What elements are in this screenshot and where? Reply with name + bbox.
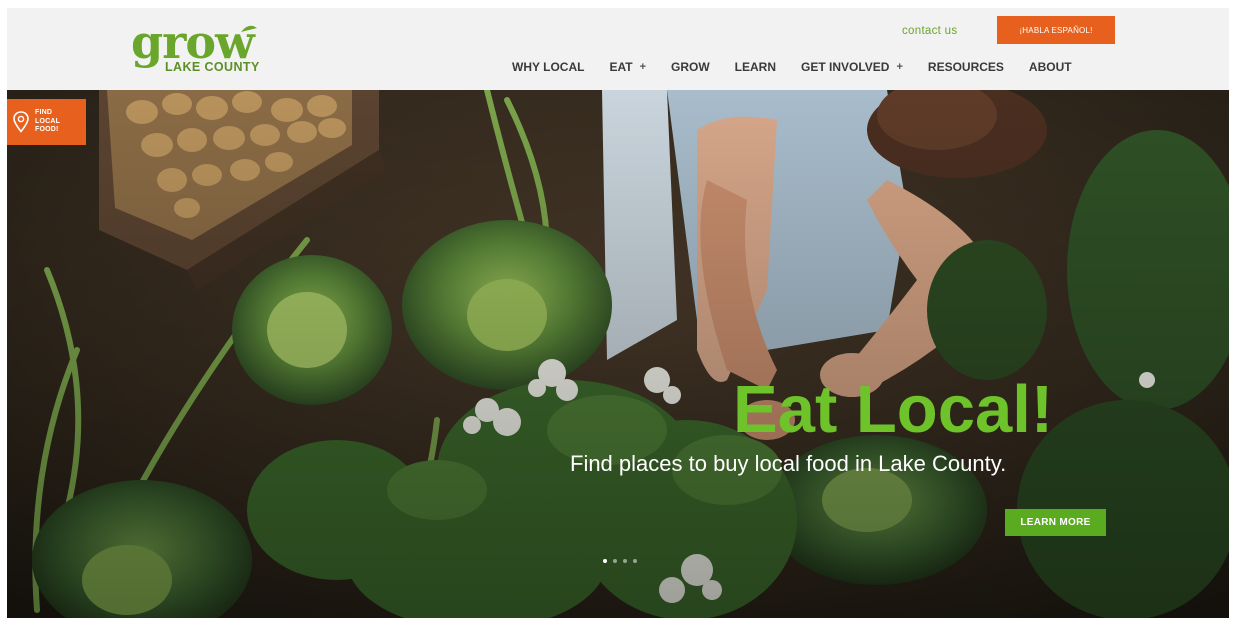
hero-banner: FIND LOCAL FOOD! Eat Local! Find places … [7,90,1229,618]
nav-item-about[interactable]: ABOUT [1029,58,1072,76]
slide-dot[interactable] [633,559,637,563]
slide-dot[interactable] [603,559,607,563]
nav-item-label: ABOUT [1028,60,1072,74]
nav-item-eat[interactable]: EAT + [609,58,646,76]
nav-item-label: RESOURCES [927,60,1004,74]
nav-item-label: LEARN [734,60,777,74]
habla-espanol-button[interactable]: ¡HABLA ESPAÑOL! [997,16,1115,44]
submenu-plus-icon: + [896,61,903,73]
find-local-food-badge[interactable]: FIND LOCAL FOOD! [7,99,86,145]
nav-item-label: EAT [609,60,633,74]
nav-item-why-local[interactable]: WHY LOCAL [512,58,584,76]
nav-item-grow[interactable]: GROW [671,58,710,76]
find-local-food-label: FIND LOCAL FOOD! [35,109,61,134]
contact-us-link[interactable]: contact us [902,25,957,37]
nav-item-resources[interactable]: RESOURCES [928,58,1004,76]
hero-headline: Eat Local! [733,372,1054,447]
nav-item-get-involved[interactable]: GET INVOLVED + [801,58,903,76]
site-header: grow LAKE COUNTY contact us ¡HABLA ESPAÑ… [7,8,1229,90]
slide-dot[interactable] [613,559,617,563]
submenu-plus-icon: + [639,61,646,73]
slide-dot[interactable] [623,559,627,563]
nav-item-label: GROW [671,60,710,74]
logo-subtitle: LAKE COUNTY [165,60,260,74]
page-frame: grow LAKE COUNTY contact us ¡HABLA ESPAÑ… [7,8,1229,618]
grow-lake-county-logo[interactable]: grow LAKE COUNTY [129,20,299,78]
nav-item-label: GET INVOLVED [801,60,890,74]
learn-more-button[interactable]: LEARN MORE [1005,509,1106,536]
main-nav: WHY LOCAL EAT + GROW LEARN GET INVOLVED … [512,58,1072,76]
location-pin-icon [7,99,35,145]
slide-pagination [603,559,643,563]
nav-item-label: WHY LOCAL [512,60,585,74]
garden-photo [7,90,1229,618]
hero-subline: Find places to buy local food in Lake Co… [570,451,1007,476]
nav-item-learn[interactable]: LEARN [735,58,776,76]
